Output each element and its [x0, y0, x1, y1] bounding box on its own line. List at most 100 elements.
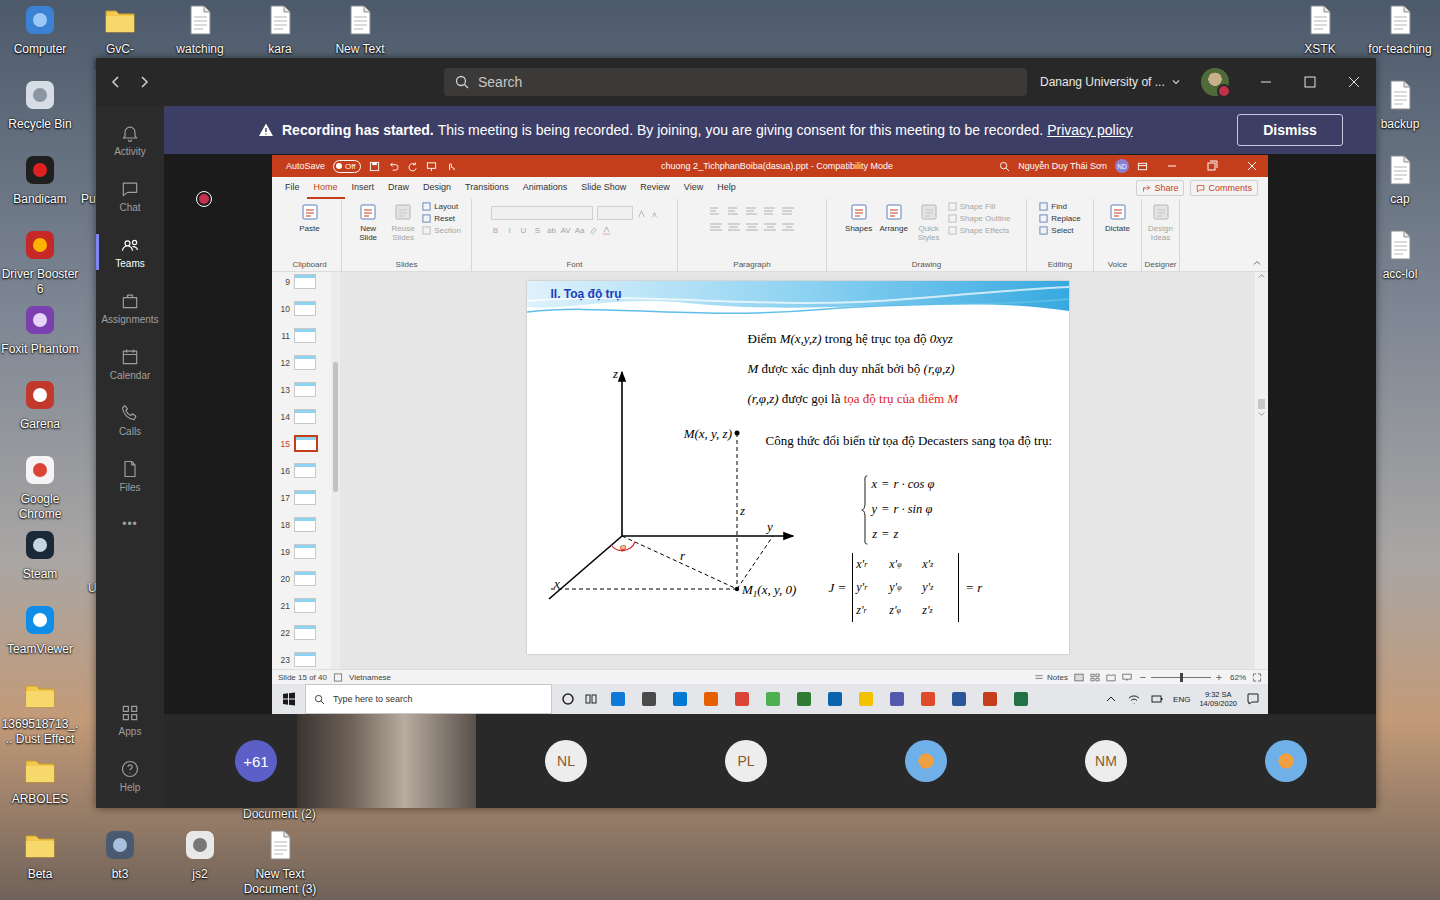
- ribbon-tab[interactable]: Insert: [345, 177, 382, 199]
- app-bar-item[interactable]: Chat: [96, 168, 164, 224]
- notes-button[interactable]: Notes: [1034, 673, 1068, 682]
- restore-icon[interactable]: [1196, 155, 1228, 177]
- slide-thumbnail[interactable]: 19: [272, 538, 331, 565]
- taskbar-app-icon[interactable]: [766, 692, 780, 706]
- ribbon-button[interactable]: Select: [1039, 226, 1080, 235]
- desktop-icon[interactable]: Driver Booster 6: [0, 225, 80, 297]
- redo-icon[interactable]: [407, 161, 418, 172]
- ribbon-tab[interactable]: Home: [307, 177, 345, 199]
- slide-thumbnail[interactable]: 11: [272, 322, 331, 349]
- taskbar-app-icon[interactable]: [859, 692, 873, 706]
- slide-thumbnail[interactable]: 14: [272, 403, 331, 430]
- dismiss-button[interactable]: Dismiss: [1237, 114, 1343, 146]
- task-view-icon[interactable]: [584, 692, 598, 706]
- network-icon[interactable]: [1127, 692, 1141, 706]
- ribbon-tab[interactable]: Transitions: [458, 177, 516, 199]
- ribbon-button[interactable]: Reuse Slides: [387, 202, 419, 242]
- taskbar-app-icon[interactable]: [642, 692, 656, 706]
- paragraph-list-icon[interactable]: [781, 206, 795, 216]
- taskbar-search[interactable]: Type here to search: [305, 684, 552, 714]
- ribbon-button[interactable]: Quick Styles: [913, 202, 945, 242]
- scroll-down-icon[interactable]: [1257, 409, 1266, 418]
- desktop-icon[interactable]: Foxit Phantom: [0, 300, 80, 357]
- save-icon[interactable]: [369, 161, 380, 172]
- slide-thumbnail[interactable]: 16: [272, 457, 331, 484]
- slide-thumbnail[interactable]: 23: [272, 646, 331, 669]
- ribbon-tab[interactable]: Draw: [381, 177, 416, 199]
- ribbon-tab[interactable]: View: [677, 177, 710, 199]
- taskbar-app-icon[interactable]: [983, 692, 997, 706]
- participant-tile[interactable]: [296, 714, 476, 808]
- minimize-icon[interactable]: [1244, 66, 1288, 98]
- ribbon-button[interactable]: Shapes: [843, 202, 875, 233]
- desktop-icon[interactable]: Beta: [0, 825, 80, 882]
- forward-icon[interactable]: [136, 74, 152, 90]
- desktop-icon[interactable]: watching: [160, 0, 240, 57]
- desktop-icon[interactable]: New Text Document (3): [240, 825, 320, 897]
- undo-icon[interactable]: [388, 161, 399, 172]
- taskbar-app-icon[interactable]: [890, 692, 904, 706]
- format-button[interactable]: S: [533, 226, 543, 235]
- spelling-icon[interactable]: [333, 673, 343, 682]
- ribbon-tab[interactable]: Design: [416, 177, 458, 199]
- ribbon-button[interactable]: Shape Outline: [948, 214, 1011, 223]
- desktop-icon[interactable]: Computer: [0, 0, 80, 57]
- cortana-icon[interactable]: [561, 692, 575, 706]
- slide-scrollbar[interactable]: [1255, 272, 1268, 669]
- ribbon-tab[interactable]: Slide Show: [574, 177, 633, 199]
- zoom-out-icon[interactable]: [1138, 673, 1148, 682]
- user-avatar[interactable]: ND: [1115, 159, 1129, 173]
- paragraph-list-icon[interactable]: [727, 206, 741, 216]
- slide-thumbnail[interactable]: 17: [272, 484, 331, 511]
- desktop-icon[interactable]: js2: [160, 825, 240, 882]
- reading-view-icon[interactable]: [1106, 673, 1116, 682]
- autosave-toggle[interactable]: Off: [333, 160, 361, 173]
- scroll-up-icon[interactable]: [1257, 272, 1266, 281]
- slide-thumbnail[interactable]: 15: [272, 430, 331, 457]
- format-button[interactable]: ab: [547, 226, 557, 235]
- back-icon[interactable]: [108, 74, 124, 90]
- app-bar-item[interactable]: Activity: [96, 112, 164, 168]
- ribbon-button[interactable]: New Slide: [352, 202, 384, 242]
- slide-thumbnail[interactable]: 12: [272, 349, 331, 376]
- ribbon-button[interactable]: Layout: [422, 202, 461, 211]
- ribbon-button[interactable]: Arrange: [878, 202, 910, 233]
- ribbon-tab[interactable]: Review: [633, 177, 677, 199]
- profile-avatar[interactable]: [1201, 68, 1229, 96]
- desktop-icon[interactable]: New Text: [320, 0, 400, 57]
- notifications-icon[interactable]: [1246, 692, 1260, 706]
- taskbar-app-icon[interactable]: [611, 692, 625, 706]
- desktop-icon[interactable]: Google Chrome: [0, 450, 80, 522]
- app-bar-item[interactable]: Apps: [96, 692, 164, 748]
- desktop-icon[interactable]: bt3: [80, 825, 160, 882]
- zoom-slider[interactable]: [1138, 673, 1224, 682]
- desktop-icon[interactable]: for-teaching: [1360, 0, 1440, 57]
- paragraph-align-icon[interactable]: [727, 222, 741, 232]
- clock[interactable]: 9:32 SA 14/09/2020: [1199, 690, 1237, 708]
- desktop-icon[interactable]: Bandicam: [0, 150, 80, 207]
- ribbon-button[interactable]: Reset: [422, 214, 461, 223]
- paragraph-list-icon[interactable]: [745, 206, 759, 216]
- desktop-icon[interactable]: Garena: [0, 375, 80, 432]
- taskbar-app-icon[interactable]: [673, 692, 687, 706]
- ribbon-tab[interactable]: Help: [710, 177, 743, 199]
- format-button[interactable]: AV: [561, 226, 571, 235]
- participant-tile[interactable]: PL: [656, 714, 836, 808]
- participant-tile[interactable]: NM: [1016, 714, 1196, 808]
- font-name-field[interactable]: [491, 206, 593, 220]
- paragraph-align-icon[interactable]: [781, 222, 795, 232]
- desktop-icon[interactable]: 1369518713_... Dust Effect: [0, 675, 80, 747]
- shrink-font-icon[interactable]: [650, 209, 659, 218]
- ribbon-button[interactable]: Replace: [1039, 214, 1080, 223]
- participant-tile[interactable]: [1196, 714, 1376, 808]
- taskbar-app-icon[interactable]: [952, 692, 966, 706]
- slide-sorter-icon[interactable]: [1090, 673, 1100, 682]
- close-icon[interactable]: [1236, 155, 1268, 177]
- grow-font-icon[interactable]: [637, 209, 646, 218]
- maximize-icon[interactable]: [1288, 66, 1332, 98]
- desktop-icon-label[interactable]: Pu: [81, 192, 96, 207]
- desktop-icon[interactable]: XSTK: [1280, 0, 1360, 57]
- app-bar-item[interactable]: Assignments: [96, 280, 164, 336]
- search-icon[interactable]: [999, 161, 1010, 172]
- format-button[interactable]: U: [519, 226, 529, 235]
